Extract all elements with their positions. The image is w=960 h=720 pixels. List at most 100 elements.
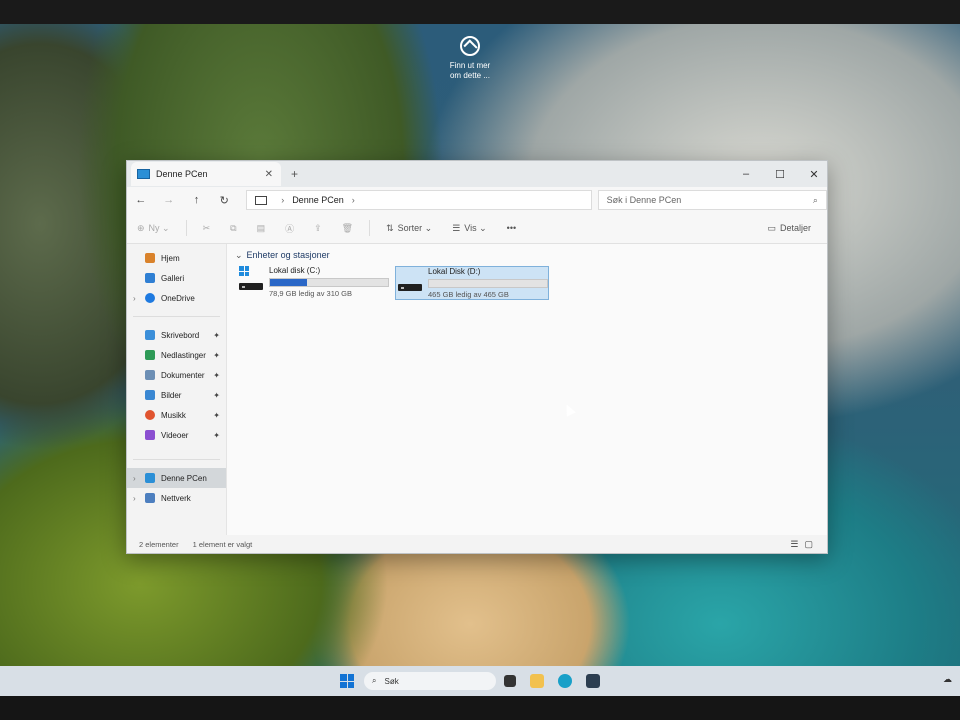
details-label: Detaljer <box>779 223 811 233</box>
navigation-pane: Hjem Galleri › OneDrive Skrivebord ✦ Ned… <box>127 244 227 535</box>
download-icon <box>145 350 155 360</box>
pc-icon <box>137 169 150 179</box>
sidebar-item-label: Skrivebord <box>161 330 200 340</box>
forward-arrow-icon[interactable]: → <box>155 194 183 206</box>
chevron-down-icon[interactable]: ⌄ <box>235 250 243 260</box>
tab-label: Denne PCen <box>156 169 208 179</box>
divider <box>133 459 220 460</box>
spotlight-widget[interactable]: Finn ut mer om dette ... <box>440 36 500 81</box>
pin-icon[interactable]: ✦ <box>213 331 220 340</box>
drive-c[interactable]: Lokal disk (C:) 78,9 GB ledig av 310 GB <box>237 266 389 298</box>
pin-icon[interactable]: ✦ <box>213 431 220 440</box>
search-placeholder: Søk i Denne PCen <box>606 195 682 205</box>
pictures-icon <box>145 390 155 400</box>
file-list-pane[interactable]: ⌄ Enheter og stasjoner Lokal disk (C:) 78… <box>227 244 827 535</box>
sidebar-item-nettverk[interactable]: › Nettverk <box>127 488 226 508</box>
drive-name: Lokal Disk (D:) <box>428 267 481 276</box>
new-label: Ny <box>148 223 160 233</box>
sidebar-item-skrivebord[interactable]: Skrivebord ✦ <box>127 325 226 345</box>
search-icon: ⌕ <box>372 676 377 685</box>
system-tray-icon[interactable]: ☁ <box>943 674 952 685</box>
pin-icon[interactable]: ✦ <box>213 391 220 400</box>
drive-usage-bar <box>269 278 389 287</box>
edge-icon[interactable] <box>558 674 572 688</box>
desktop-icon <box>145 330 155 340</box>
search-input[interactable]: Søk i Denne PCen ⌕ <box>597 190 827 210</box>
store-icon[interactable] <box>586 674 600 688</box>
spotlight-line2: om dette ... <box>449 71 491 80</box>
group-header[interactable]: ⌄ Enheter og stasjoner <box>235 250 330 261</box>
monitor-bezel <box>0 696 960 720</box>
start-button[interactable] <box>340 674 354 688</box>
network-icon <box>145 493 155 503</box>
chevron-right-icon[interactable]: › <box>352 195 355 205</box>
view-button[interactable]: ☰ Vis ⌄ <box>442 223 496 234</box>
refresh-icon[interactable]: ↻ <box>210 194 238 207</box>
new-tab-button[interactable]: + <box>291 167 298 181</box>
sidebar-item-label: Hjem <box>161 253 180 263</box>
drive-d[interactable]: Lokal Disk (D:) 465 GB ledig av 465 GB <box>395 266 549 300</box>
pin-icon[interactable]: ✦ <box>213 411 220 420</box>
details-button[interactable]: ▭ Detaljer <box>757 223 821 234</box>
sidebar-item-label: Musikk <box>161 410 186 420</box>
home-icon <box>145 253 155 263</box>
address-field[interactable]: › Denne PCen › <box>246 190 592 210</box>
sidebar-item-denne-pcen[interactable]: › Denne PCen <box>127 468 226 488</box>
close-tab-icon[interactable]: ✕ <box>265 169 273 180</box>
minimize-button[interactable]: – <box>739 168 753 180</box>
command-bar: ⊕ Ny ⌄ ✂ ⧉ ▤ Ⓐ ⇪ 🗑 ⇅ Sorter ⌄ ☰ Vis ⌄ ••• ▭… <box>127 213 827 244</box>
copy-icon[interactable]: ⧉ <box>220 223 246 234</box>
rename-icon[interactable]: Ⓐ <box>275 222 304 235</box>
back-arrow-icon[interactable]: ← <box>127 194 155 206</box>
sidebar-item-galleri[interactable]: Galleri <box>127 268 226 288</box>
taskbar: ⌕ Søk ☁ <box>0 666 960 696</box>
more-options-button[interactable]: ••• <box>497 223 526 233</box>
sidebar-item-onedrive[interactable]: › OneDrive <box>127 288 226 308</box>
plus-circle-icon: ⊕ <box>137 222 145 233</box>
drive-name: Lokal disk (C:) <box>269 266 321 275</box>
new-button[interactable]: ⊕ Ny ⌄ <box>127 223 180 234</box>
share-icon[interactable]: ⇪ <box>304 223 332 234</box>
chevron-right-icon[interactable]: › <box>133 474 145 483</box>
cut-icon[interactable]: ✂ <box>193 223 221 234</box>
delete-icon[interactable]: 🗑 <box>332 223 363 234</box>
sort-button[interactable]: ⇅ Sorter ⌄ <box>376 223 442 234</box>
tab-denne-pcen[interactable]: Denne PCen ✕ <box>131 162 281 186</box>
paste-icon[interactable]: ▤ <box>247 223 276 234</box>
task-view-icon[interactable] <box>504 675 516 687</box>
chevron-down-icon: ⌄ <box>159 222 170 233</box>
selection-count: 1 element er valgt <box>192 539 253 549</box>
videos-icon <box>145 430 155 440</box>
divider <box>133 316 220 317</box>
sidebar-item-nedlastinger[interactable]: Nedlastinger ✦ <box>127 345 226 365</box>
sidebar-item-label: Bilder <box>161 390 182 400</box>
up-arrow-icon[interactable]: ↑ <box>183 194 211 206</box>
spotlight-line1: Finn ut mer <box>449 61 491 70</box>
chevron-right-icon[interactable]: › <box>133 494 145 503</box>
sidebar-item-dokumenter[interactable]: Dokumenter ✦ <box>127 365 226 385</box>
sidebar-item-videoer[interactable]: Videoer ✦ <box>127 425 226 445</box>
sidebar-item-musikk[interactable]: Musikk ✦ <box>127 405 226 425</box>
close-button[interactable]: ✕ <box>807 168 821 181</box>
sort-label: Sorter <box>397 223 423 233</box>
sidebar-item-hjem[interactable]: Hjem <box>127 248 226 268</box>
hard-drive-icon <box>237 266 263 292</box>
pin-icon[interactable]: ✦ <box>213 371 220 380</box>
breadcrumb-location[interactable]: Denne PCen <box>292 195 344 205</box>
gallery-icon <box>145 273 155 283</box>
taskbar-search[interactable]: ⌕ Søk <box>364 672 496 690</box>
sidebar-item-bilder[interactable]: Bilder ✦ <box>127 385 226 405</box>
pin-icon[interactable]: ✦ <box>213 351 220 360</box>
view-toggle-icons[interactable]: ☰▢ <box>790 539 819 550</box>
chevron-right-icon[interactable]: › <box>133 294 145 303</box>
drive-usage-bar <box>428 279 548 288</box>
maximize-button[interactable]: ☐ <box>773 168 787 181</box>
documents-icon <box>145 370 155 380</box>
drive-free-space: 465 GB ledig av 465 GB <box>428 290 509 299</box>
chevron-right-icon[interactable]: › <box>281 195 284 205</box>
file-explorer-window: Denne PCen ✕ + – ☐ ✕ ← → ↑ ↻ › Denne PCe… <box>126 160 828 554</box>
details-pane-icon: ▭ <box>767 222 776 233</box>
file-explorer-icon[interactable] <box>530 674 544 688</box>
sidebar-item-label: Nedlastinger <box>161 350 206 360</box>
chevron-down-icon: ⌄ <box>422 222 433 233</box>
